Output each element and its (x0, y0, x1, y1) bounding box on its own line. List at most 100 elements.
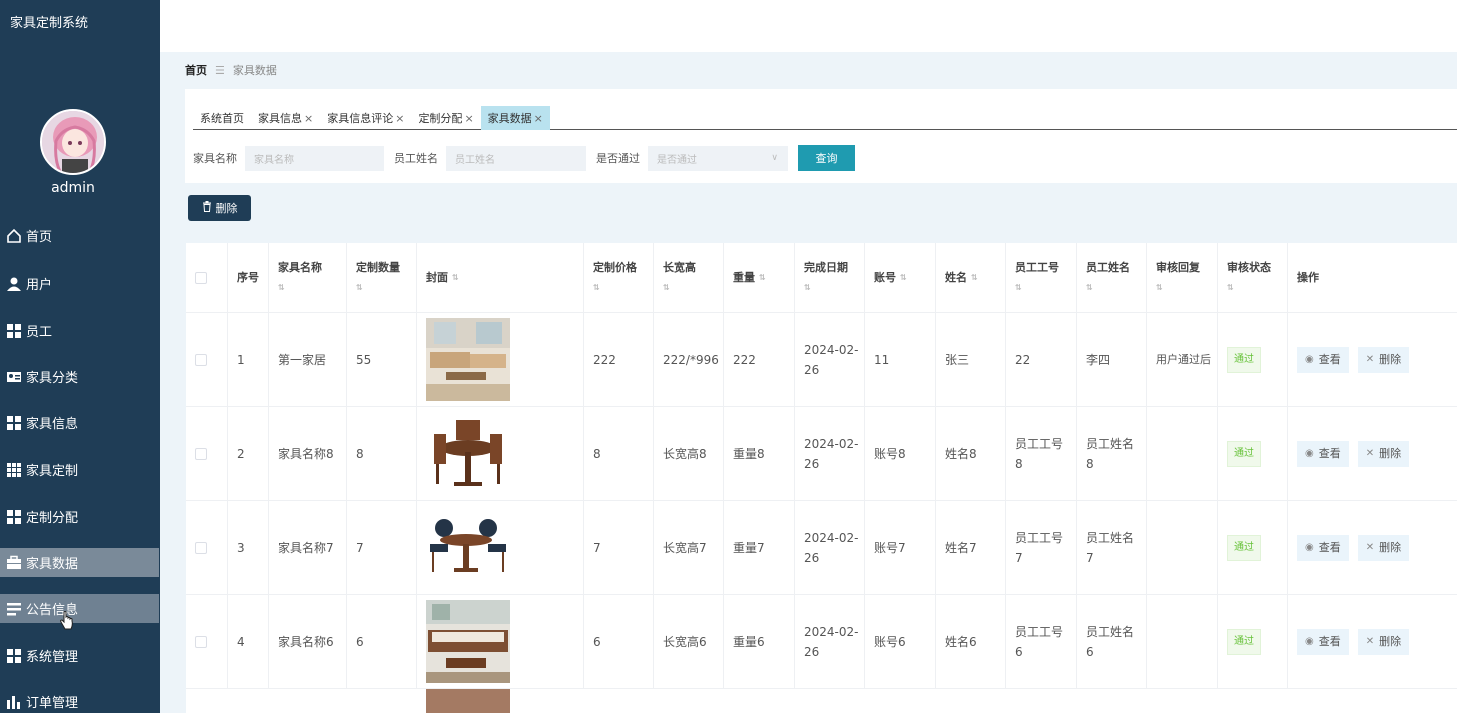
delete-button[interactable]: ✕ 删除 (1357, 534, 1410, 561)
header-cell[interactable]: 员工工号 ⇅ (1006, 243, 1077, 312)
row-cover-image[interactable] (426, 689, 510, 713)
select-all-checkbox[interactable] (195, 271, 207, 284)
custom-quantity: 7 (356, 540, 364, 555)
person-name: 姓名8 (945, 446, 977, 461)
header-label: 封面 (426, 270, 448, 284)
trash-icon (202, 201, 212, 215)
sort-icon[interactable]: ⇅ (804, 278, 848, 298)
delete-button[interactable]: ✕ 删除 (1357, 440, 1410, 467)
sidebar-item-label: 员工 (26, 325, 53, 340)
close-icon[interactable]: × (304, 112, 313, 125)
sort-icon[interactable]: ⇅ (593, 278, 637, 298)
row-checkbox[interactable] (195, 541, 207, 554)
sidebar-item-furniture-info[interactable]: 家具信息 (0, 408, 159, 437)
sidebar-item-system[interactable]: 系统管理 (0, 641, 159, 670)
header-cell[interactable]: 员工姓名 ⇅ (1077, 243, 1147, 312)
header-cell[interactable]: 家具名称 ⇅ (269, 243, 347, 312)
sidebar-item-furniture-data[interactable]: 家具数据 (0, 548, 159, 577)
sort-icon[interactable]: ⇅ (900, 268, 907, 288)
tab-system-home[interactable]: 系统首页 (193, 106, 251, 130)
header-cell[interactable]: 账号 ⇅ (865, 243, 936, 312)
cover-image[interactable] (426, 506, 510, 589)
query-button[interactable]: 查询 (798, 145, 855, 171)
sort-icon[interactable]: ⇅ (278, 278, 322, 298)
sort-icon[interactable]: ⇅ (1156, 278, 1200, 298)
view-button[interactable]: ◉ 查看 (1297, 346, 1349, 373)
furniture-name: 第一家居 (278, 352, 327, 367)
delete-button[interactable]: ✕ 删除 (1357, 628, 1410, 655)
header-cell[interactable]: 定制数量 ⇅ (347, 243, 417, 312)
table-row: 4 家具名称6 6 6 长宽高6 重量6 2024-02- 26 账号6 姓名6 员工工号 6 员工姓名… (186, 595, 1457, 689)
sidebar-item-user[interactable]: 用户 (0, 269, 159, 298)
custom-quantity: 8 (356, 446, 364, 461)
table-cell: 重量6 (724, 595, 795, 688)
dimensions: 222/*996 (663, 352, 719, 367)
staff-name: 7 (1086, 550, 1094, 565)
close-icon: ✕ (1365, 447, 1375, 459)
sort-icon[interactable]: ⇅ (971, 268, 978, 288)
sort-icon[interactable]: ⇅ (1015, 278, 1059, 298)
sidebar-item-furniture-custom[interactable]: 家具定制 (0, 455, 159, 484)
header-cell[interactable]: 长宽高 ⇅ (654, 243, 724, 312)
tab-furniture-info[interactable]: 家具信息 × (251, 106, 320, 130)
header-cell[interactable]: 审核回复 ⇅ (1147, 243, 1218, 312)
sort-icon[interactable]: ⇅ (1227, 278, 1271, 298)
staff-id: 员工工号 (1015, 530, 1064, 545)
batch-delete-button[interactable]: 删除 (188, 195, 251, 221)
breadcrumb-home[interactable]: 首页 (185, 62, 207, 78)
view-button[interactable]: ◉ 查看 (1297, 628, 1349, 655)
table-cell: 222 (724, 313, 795, 406)
cover-image[interactable] (426, 318, 510, 401)
furniture-name-input[interactable]: 家具名称 (245, 145, 384, 171)
sort-icon[interactable]: ⇅ (663, 278, 696, 298)
cover-image[interactable] (426, 412, 510, 495)
header-cell[interactable]: 完成日期 ⇅ (795, 243, 865, 312)
sort-icon[interactable]: ⇅ (759, 268, 766, 288)
passed-select[interactable]: 是否通过 ∨ (648, 145, 788, 171)
staff-name-input[interactable]: 员工姓名 (446, 145, 586, 171)
row-checkbox[interactable] (195, 447, 207, 460)
sidebar-item-staff[interactable]: 员工 (0, 316, 159, 345)
cover-image[interactable] (426, 600, 510, 683)
grid-icon (6, 323, 22, 339)
sort-icon[interactable]: ⇅ (356, 278, 400, 298)
close-icon: ✕ (1365, 353, 1375, 365)
staff-id: 员工工号 (1015, 436, 1064, 451)
sidebar-item-notice[interactable]: 公告信息 (0, 594, 159, 623)
finish-date: 2024-02- (804, 436, 859, 451)
close-icon[interactable]: × (464, 112, 473, 125)
view-button[interactable]: ◉ 查看 (1297, 440, 1349, 467)
header-cell[interactable]: 审核状态 ⇅ (1218, 243, 1288, 312)
sort-icon[interactable]: ⇅ (1086, 278, 1130, 298)
header-cell[interactable]: 定制价格 ⇅ (584, 243, 654, 312)
dimensions: 长宽高7 (663, 540, 707, 555)
review-reply: 用户通过后 (1156, 352, 1211, 366)
tab-furniture-comment[interactable]: 家具信息评论 × (320, 106, 411, 130)
table-row: 2 家具名称8 8 8 长宽高8 重量8 2024-02- 26 账号8 姓名8 员工工号 8 员工姓名… (186, 407, 1457, 501)
sidebar-item-orders[interactable]: 订单管理 (0, 687, 159, 713)
sidebar-item-custom-assign[interactable]: 定制分配 (0, 502, 159, 531)
close-icon[interactable]: × (395, 112, 404, 125)
close-icon[interactable]: × (534, 112, 543, 125)
delete-button[interactable]: ✕ 删除 (1357, 346, 1410, 373)
sidebar-item-label: 家具数据 (26, 557, 79, 572)
tab-bar: 系统首页 家具信息 × 家具信息评论 × 定制分配 × 家具数据 × (193, 106, 1457, 130)
header-cell[interactable]: 封面 ⇅ (417, 243, 584, 312)
tab-custom-assign[interactable]: 定制分配 × (411, 106, 480, 130)
sidebar-item-furniture-category[interactable]: 家具分类 (0, 362, 159, 391)
header-cell[interactable]: 姓名 ⇅ (936, 243, 1006, 312)
row-checkbox[interactable] (195, 353, 207, 366)
tab-furniture-data[interactable]: 家具数据 × (480, 106, 550, 130)
view-button[interactable]: ◉ 查看 (1297, 534, 1349, 561)
account: 账号6 (874, 634, 906, 649)
person-name: 姓名7 (945, 540, 977, 555)
chevron-down-icon: ∨ (771, 153, 778, 163)
header-cell[interactable]: 重量 ⇅ (724, 243, 795, 312)
avatar[interactable] (40, 109, 106, 175)
sidebar-item-home[interactable]: 首页 (0, 221, 159, 250)
finish-date: 2024-02- (804, 624, 859, 639)
avatar-image (42, 111, 104, 173)
sort-icon[interactable]: ⇅ (452, 268, 459, 288)
row-index: 2 (237, 446, 245, 461)
row-checkbox[interactable] (195, 635, 207, 648)
